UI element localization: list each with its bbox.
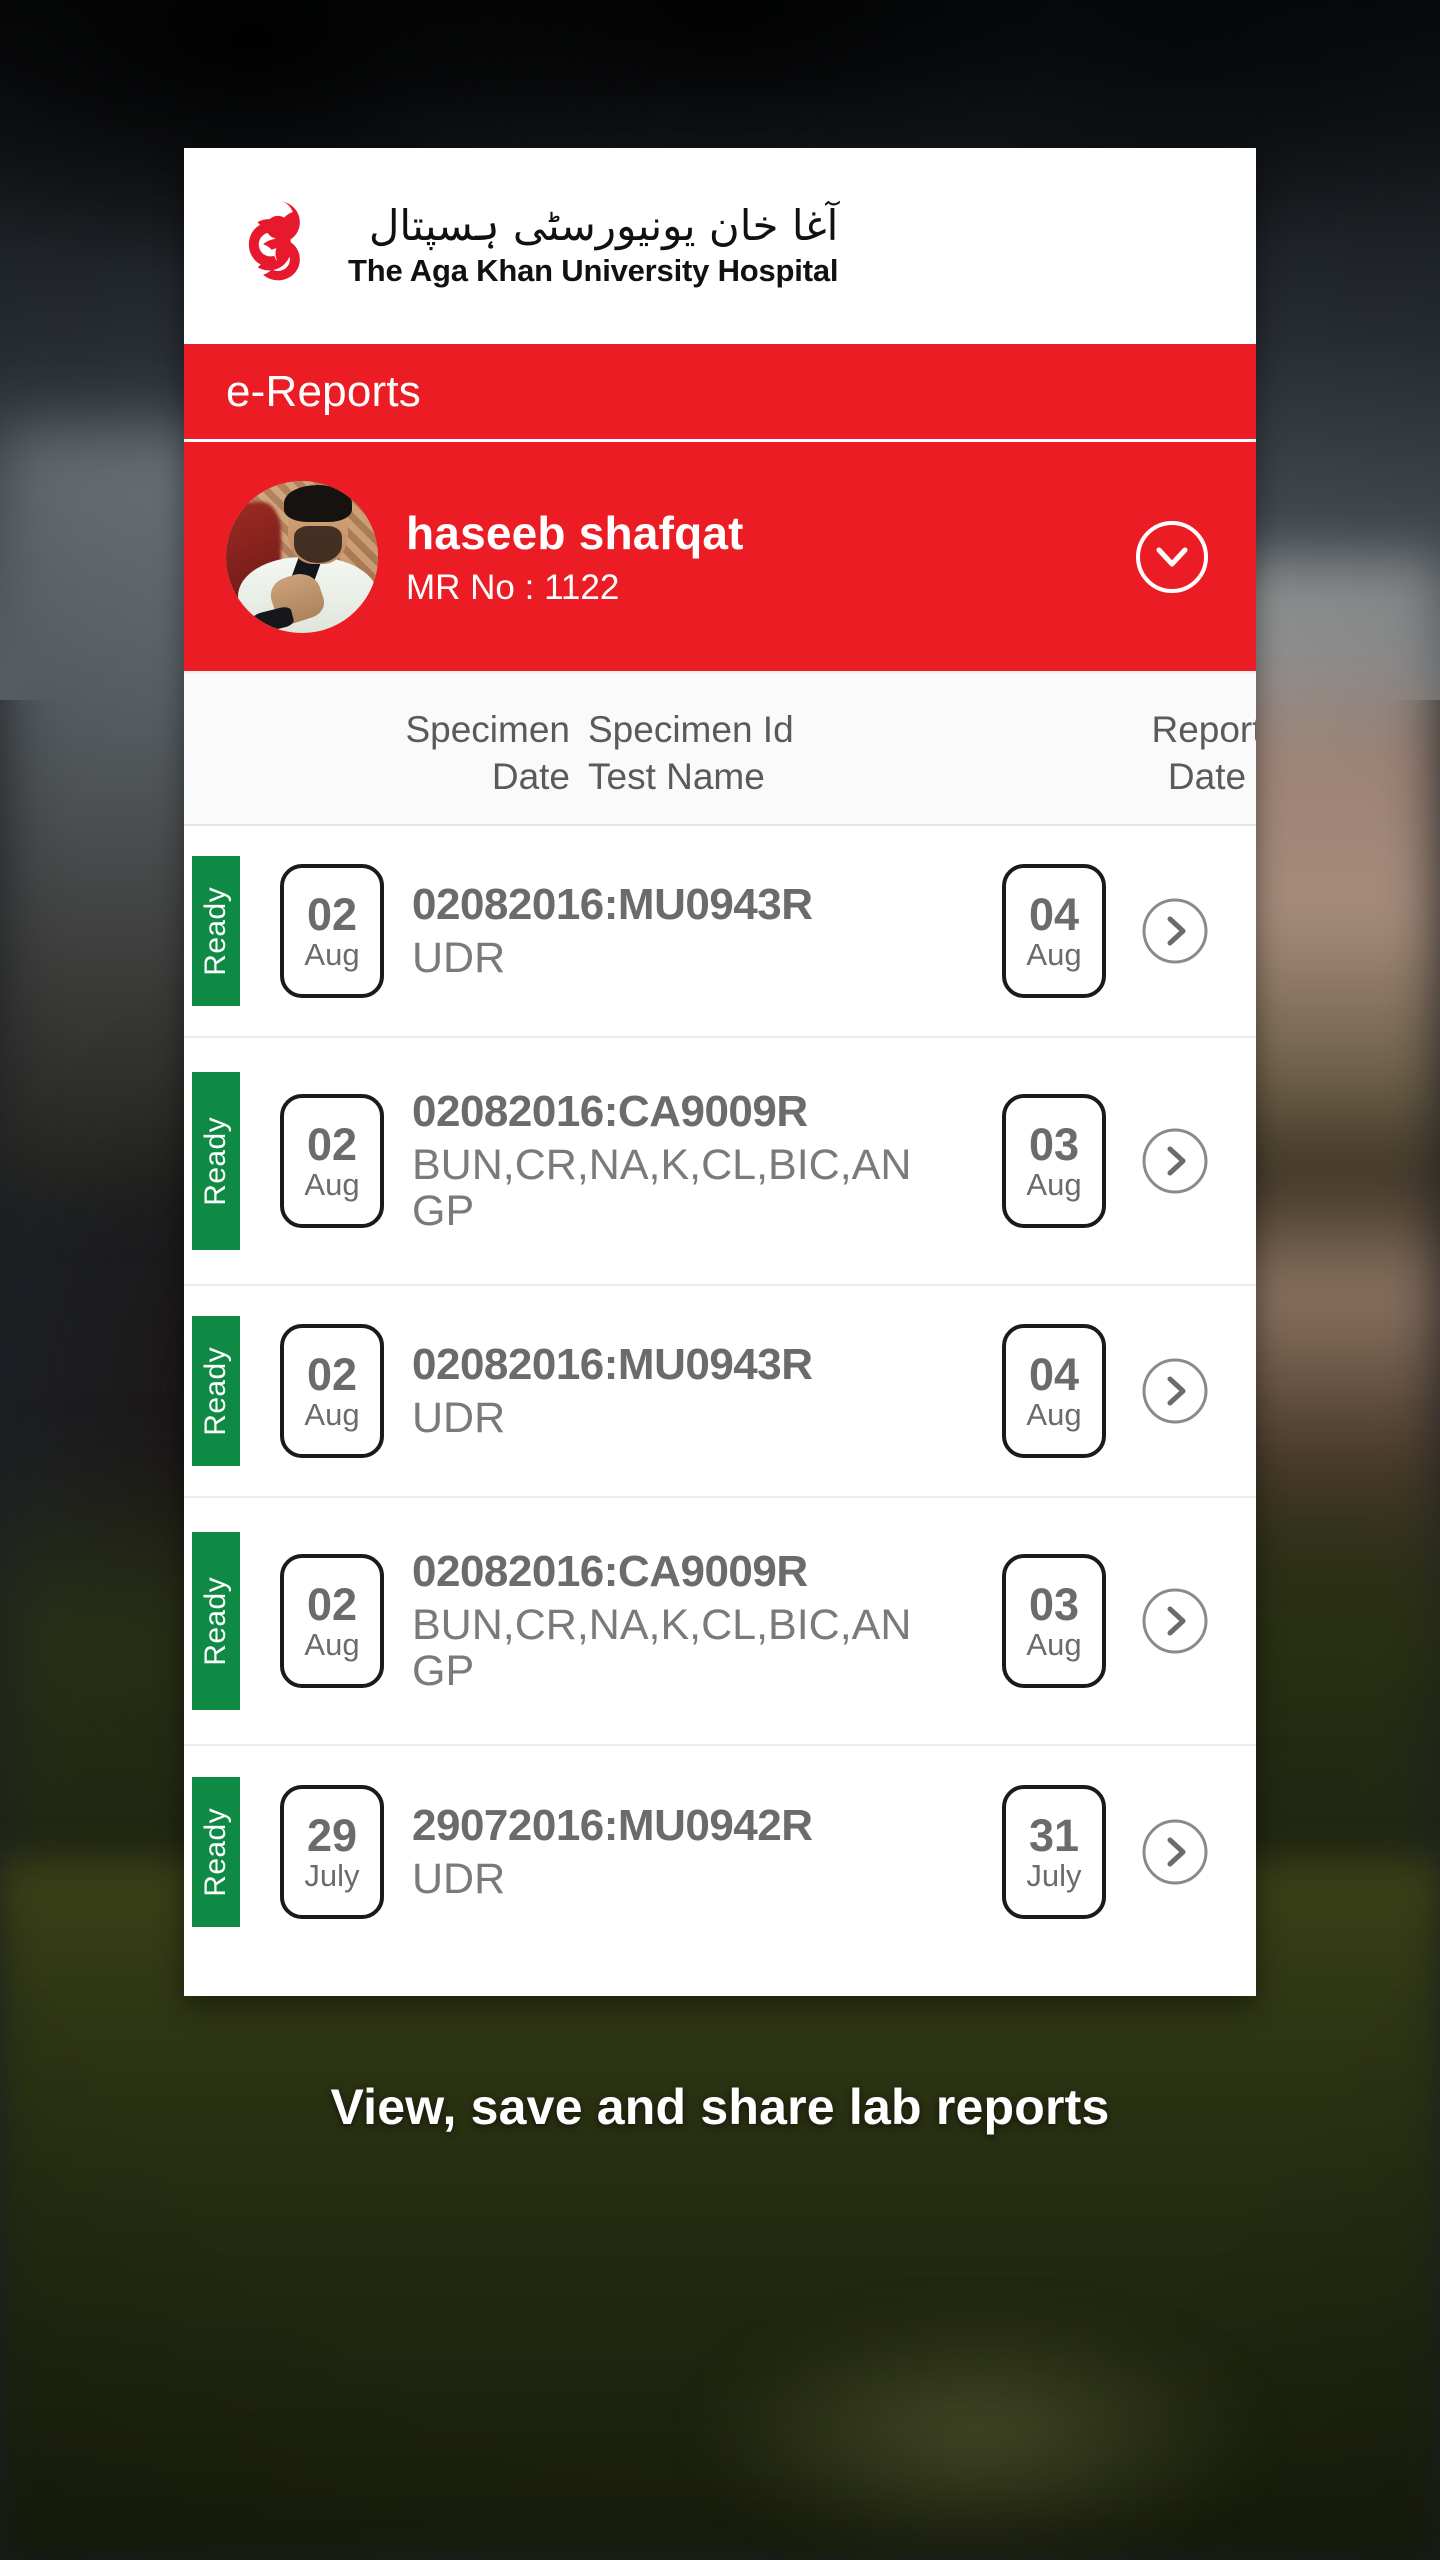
avatar-hair <box>283 485 353 522</box>
chevron-right-icon[interactable] <box>1140 1356 1210 1426</box>
specimen-date-chip: 02 Aug <box>280 1554 384 1688</box>
status-badge-label: Ready <box>199 1116 232 1206</box>
report-date-chip: 03 Aug <box>1002 1554 1106 1688</box>
report-date-day: 31 <box>1028 1810 1080 1861</box>
specimen-date-chip: 02 Aug <box>280 1324 384 1458</box>
table-row[interactable]: Ready 02 Aug 02082016:MU0943R UDR 04 Aug <box>184 1286 1256 1498</box>
specimen-date-chip: 02 Aug <box>280 864 384 998</box>
specimen-date-chip: 29 July <box>280 1785 384 1919</box>
report-date-month: Aug <box>1026 937 1082 972</box>
table-column-headers: Specimen Date Specimen Id Test Name Repo… <box>184 674 1256 826</box>
specimen-date-month: July <box>304 1858 360 1893</box>
header-specimen-id-test-name: Specimen Id Test Name <box>588 706 794 801</box>
status-badge-label: Ready <box>199 1807 232 1897</box>
chevron-right-icon[interactable] <box>1140 1126 1210 1196</box>
test-name: UDR <box>412 1855 506 1904</box>
status-badge: Ready <box>192 1072 240 1250</box>
report-list: Ready 02 Aug 02082016:MU0943R UDR 04 Aug Ready 0… <box>184 826 1256 1958</box>
specimen-date-month: Aug <box>304 1627 360 1662</box>
status-badge: Ready <box>192 856 240 1006</box>
report-date-chip: 04 Aug <box>1002 864 1106 998</box>
status-badge: Ready <box>192 1532 240 1710</box>
table-row[interactable]: Ready 02 Aug 02082016:MU0943R UDR 04 Aug <box>184 826 1256 1038</box>
brand-urdu-name: آغا خان یونیورسٹی ہسپتال <box>368 200 839 250</box>
specimen-date-day: 02 <box>306 1579 358 1630</box>
header-report-line2: Date <box>1167 756 1247 798</box>
test-info: 02082016:MU0943R UDR <box>412 1340 942 1442</box>
specimen-id: 02082016:MU0943R <box>412 880 813 930</box>
report-date-month: Aug <box>1026 1397 1082 1432</box>
specimen-date-month: Aug <box>304 937 360 972</box>
test-name: UDR <box>412 934 506 983</box>
header-specimen-date: Specimen Date <box>380 706 570 801</box>
status-badge: Ready <box>192 1777 240 1927</box>
specimen-date-month: Aug <box>304 1167 360 1202</box>
specimen-id: 02082016:CA9009R <box>412 1547 808 1597</box>
patient-mr-number: MR No : 1122 <box>406 567 620 607</box>
report-date-chip: 04 Aug <box>1002 1324 1106 1458</box>
specimen-date-day: 02 <box>306 889 358 940</box>
specimen-id: 02082016:CA9009R <box>412 1087 808 1137</box>
chevron-right-icon[interactable] <box>1140 1586 1210 1656</box>
status-badge-label: Ready <box>199 1346 232 1436</box>
chevron-down-icon[interactable] <box>1134 519 1210 595</box>
header-specimen-line2: Date <box>491 756 570 798</box>
table-row[interactable]: Ready 02 Aug 02082016:CA9009R BUN,CR,NA,K,CL… <box>184 1498 1256 1746</box>
chevron-right-icon[interactable] <box>1140 1817 1210 1887</box>
promo-caption: View, save and share lab reports <box>330 2079 1110 2135</box>
brand-english-name: The Aga Khan University Hospital <box>348 253 839 289</box>
status-badge-label: Ready <box>199 886 232 976</box>
status-badge-label: Ready <box>199 1576 232 1666</box>
table-row[interactable]: Ready 29 July 29072016:MU0942R UDR 31 July <box>184 1746 1256 1958</box>
patient-name: haseeb shafqat <box>406 506 744 559</box>
report-date-day: 03 <box>1028 1579 1080 1630</box>
header-report-line1: Report <box>1151 709 1256 750</box>
test-name: BUN,CR,NA,K,CL,BIC,ANGP <box>412 1601 912 1695</box>
aga-khan-trefoil-logo-icon <box>226 194 330 298</box>
report-date-month: Aug <box>1026 1167 1082 1202</box>
report-date-day: 03 <box>1028 1119 1080 1170</box>
specimen-id: 29072016:MU0942R <box>412 1801 813 1851</box>
header-testname-line2: Test Name <box>588 756 765 798</box>
test-info: 29072016:MU0942R UDR <box>412 1801 942 1903</box>
report-date-chip: 31 July <box>1002 1785 1106 1919</box>
header-report-date: Report Date <box>1112 706 1256 801</box>
status-badge: Ready <box>192 1316 240 1466</box>
page-title: e-Reports <box>226 366 421 416</box>
report-date-month: July <box>1026 1858 1082 1893</box>
specimen-date-day: 02 <box>306 1349 358 1400</box>
patient-meta: haseeb shafqat MR No : 1122 <box>406 506 1134 608</box>
test-info: 02082016:CA9009R BUN,CR,NA,K,CL,BIC,ANGP <box>412 1547 942 1694</box>
table-row[interactable]: Ready 02 Aug 02082016:CA9009R BUN,CR,NA,K,CL… <box>184 1038 1256 1286</box>
specimen-date-month: Aug <box>304 1397 360 1432</box>
report-date-chip: 03 Aug <box>1002 1094 1106 1228</box>
e-reports-title-bar: e-Reports <box>184 344 1256 442</box>
brand-text-block: آغا خان یونیورسٹی ہسپتال The Aga Khan Un… <box>348 200 839 289</box>
avatar <box>226 480 378 633</box>
specimen-date-day: 29 <box>306 1810 358 1861</box>
report-date-month: Aug <box>1026 1627 1082 1662</box>
report-date-day: 04 <box>1028 1349 1080 1400</box>
test-info: 02082016:MU0943R UDR <box>412 880 942 982</box>
report-date-day: 04 <box>1028 889 1080 940</box>
specimen-date-chip: 02 Aug <box>280 1094 384 1228</box>
specimen-id: 02082016:MU0943R <box>412 1340 813 1390</box>
app-screenshot-card: آغا خان یونیورسٹی ہسپتال The Aga Khan Un… <box>184 148 1256 1996</box>
specimen-date-day: 02 <box>306 1119 358 1170</box>
header-testname-line1: Specimen Id <box>588 709 794 750</box>
avatar-beard <box>294 526 342 563</box>
header-specimen-line1: Specimen <box>405 709 570 750</box>
test-info: 02082016:CA9009R BUN,CR,NA,K,CL,BIC,ANGP <box>412 1087 942 1234</box>
brand-header: آغا خان یونیورسٹی ہسپتال The Aga Khan Un… <box>184 148 1256 344</box>
test-name: BUN,CR,NA,K,CL,BIC,ANGP <box>412 1141 912 1235</box>
patient-header[interactable]: haseeb shafqat MR No : 1122 <box>184 442 1256 674</box>
test-name: UDR <box>412 1394 506 1443</box>
chevron-right-icon[interactable] <box>1140 896 1210 966</box>
